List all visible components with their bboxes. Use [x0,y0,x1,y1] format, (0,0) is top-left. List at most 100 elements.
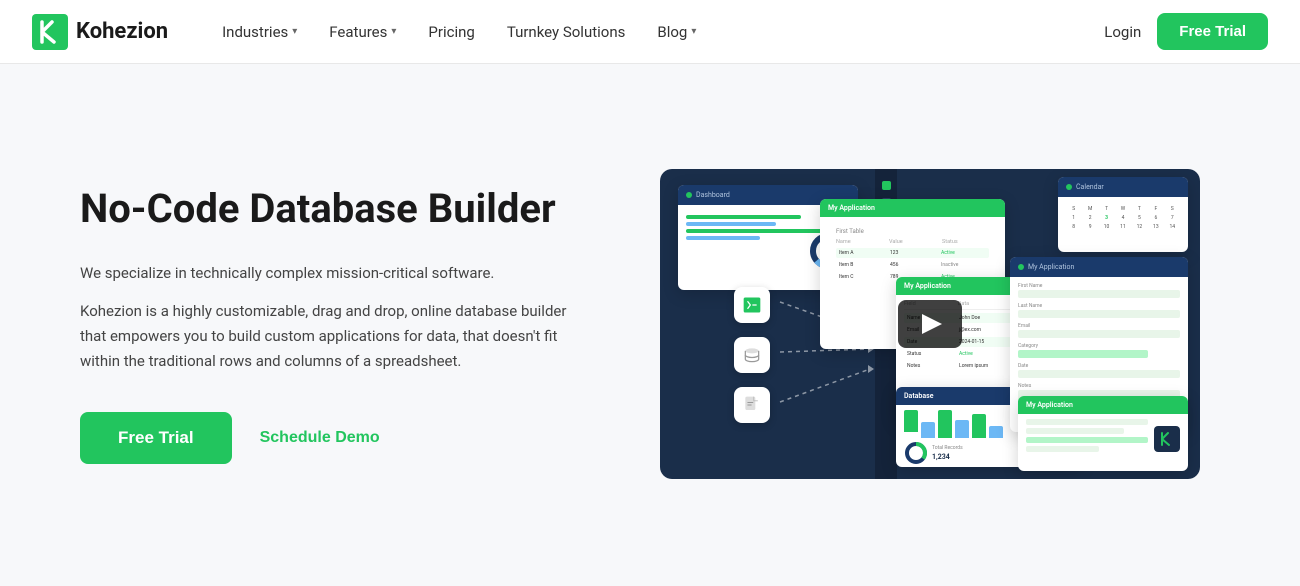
cal-day: S [1165,205,1180,213]
cal-cell: 11 [1115,223,1130,231]
right-form-body: First Name Last Name Email Category [1010,277,1188,414]
form-field-group: Date [1018,363,1180,378]
nav-menu: Industries ▾ Features ▾ Pricing Turnkey … [208,15,1104,49]
calendar-header: Calendar [1058,177,1188,197]
form-row [1026,428,1124,434]
login-link[interactable]: Login [1104,23,1141,41]
bottom-right-header: My Application [1018,396,1188,414]
form-row [1026,446,1099,452]
nav-turnkey[interactable]: Turnkey Solutions [493,15,640,49]
form-field-group: Category [1018,343,1180,358]
nav-pricing[interactable]: Pricing [414,15,488,49]
excel-svg [742,295,762,315]
nav-pricing-label: Pricing [428,23,474,41]
cal-day: T [1099,205,1114,213]
nav-blog[interactable]: Blog ▾ [643,15,710,49]
bar [955,420,969,438]
play-triangle-icon [922,314,942,334]
hero-description-2: Kohezion is a highly customizable, drag … [80,299,580,373]
logo-icon [32,14,68,50]
cal-cell: 9 [1082,223,1097,231]
form-field-label: Notes [1018,383,1180,389]
accent-line-3 [686,229,825,233]
calendar-title: Calendar [1076,183,1104,191]
form-field-label: First Name [1018,283,1180,289]
bottom-right-window: My Application [1018,396,1188,471]
nav-features[interactable]: Features ▾ [315,15,410,49]
bottom-left-title: Database [904,392,934,400]
document-icon [734,387,770,423]
window-dot [1018,264,1024,270]
right-form-title: My Application [1028,263,1074,271]
nav-industries[interactable]: Industries ▾ [208,15,311,49]
chevron-down-icon: ▾ [292,26,297,37]
cal-day: F [1148,205,1163,213]
logo-link[interactable]: Kohezion [32,14,168,50]
cal-cell: 8 [1066,223,1081,231]
k-logo-icon [1159,431,1175,447]
nav-features-label: Features [329,23,387,41]
brand-name: Kohezion [76,19,168,44]
calendar-body: S M T W T F S 1 2 3 4 5 6 7 8 [1058,197,1188,237]
navbar-free-trial-button[interactable]: Free Trial [1157,13,1268,50]
window-dot [686,192,692,198]
nav-industries-label: Industries [222,23,288,41]
cal-cell: 10 [1099,223,1114,231]
bar [972,414,986,438]
bottom-right-body [1018,414,1188,457]
cal-cell: 1 [1066,214,1081,222]
hero-section: No-Code Database Builder We specialize i… [0,64,1300,584]
sidebar-dot [882,181,891,190]
navbar-right: Login Free Trial [1104,13,1268,50]
cal-day: T [1132,205,1147,213]
database-icon [734,337,770,373]
k-badge [1154,426,1180,452]
cal-cell: 6 [1148,214,1163,222]
cal-day: W [1115,205,1130,213]
cal-cell: 14 [1165,223,1180,231]
cal-cell: 5 [1132,214,1147,222]
form-field-label: Last Name [1018,303,1180,309]
my-app-title-back: My Application [828,204,875,212]
form-field-group: Email [1018,323,1180,338]
play-button[interactable] [898,300,962,348]
form-field-label: Date [1018,363,1180,369]
my-app-title-front: My Application [904,282,951,290]
bar [938,410,952,438]
form-row [1026,419,1148,425]
bar [904,410,918,432]
accent-line-1 [686,215,801,219]
form-field-label: Email [1018,323,1180,329]
accent-line-4 [686,236,760,240]
cal-cell: 2 [1082,214,1097,222]
dashboard-mockup: Dashboard [660,169,1200,479]
database-svg [742,345,762,365]
hero-free-trial-button[interactable]: Free Trial [80,412,232,464]
cal-cell: 12 [1132,223,1147,231]
hero-content: No-Code Database Builder We specialize i… [80,185,580,464]
right-form-header: My Application [1010,257,1188,277]
hero-schedule-demo-button[interactable]: Schedule Demo [260,429,380,447]
bottom-right-content [1026,419,1148,452]
cal-cell: 7 [1165,214,1180,222]
mini-pie [904,441,928,465]
chevron-down-icon: ▾ [391,26,396,37]
window-dot [1066,184,1072,190]
form-field-input [1018,310,1180,318]
accent-line-2 [686,222,776,226]
cal-cell: 13 [1148,223,1163,231]
hero-description-1: We specialize in technically complex mis… [80,261,580,286]
hero-buttons: Free Trial Schedule Demo [80,412,580,464]
cal-day: S [1066,205,1081,213]
chevron-down-icon: ▾ [691,26,696,37]
doc-svg [742,395,762,415]
cal-grid: S M T W T F S 1 2 3 4 5 6 7 8 [1066,205,1180,231]
cal-cell: 3 [1099,214,1114,222]
bar [989,426,1003,438]
navbar: Kohezion Industries ▾ Features ▾ Pricing… [0,0,1300,64]
nav-turnkey-label: Turnkey Solutions [507,23,626,41]
form-field-input [1018,370,1180,378]
chart-window-title: Dashboard [696,191,730,199]
cal-day: M [1082,205,1097,213]
hero-title: No-Code Database Builder [80,185,580,233]
